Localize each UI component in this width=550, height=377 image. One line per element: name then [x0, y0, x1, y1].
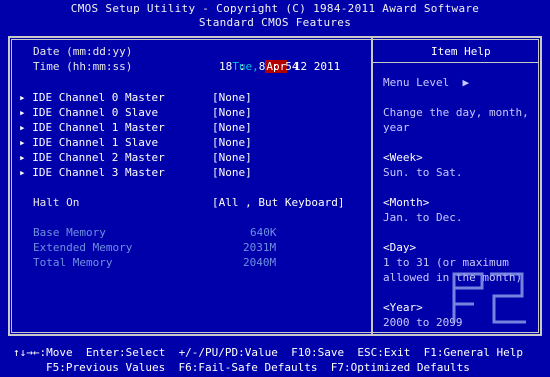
ide-value[interactable]: [None]	[212, 135, 252, 150]
date-rest[interactable]: 12 2011	[294, 60, 340, 73]
help-description-2: year	[383, 121, 410, 134]
help-header-divider	[373, 62, 539, 63]
submenu-arrow-icon: ▸	[19, 151, 26, 164]
submenu-arrow-icon: ▸	[19, 91, 26, 104]
halt-on-label: Halt On	[33, 196, 80, 209]
help-key-week: <Week>	[383, 151, 423, 164]
panel-divider	[371, 36, 373, 336]
footer-keys-line2: F5:Previous Values F6:Fail-Safe Defaults…	[46, 361, 470, 374]
ide-value[interactable]: [None]	[212, 90, 252, 105]
help-key-day: <Day>	[383, 241, 417, 254]
submenu-arrow-icon: ▸	[19, 106, 26, 119]
page-title: Standard CMOS Features	[198, 16, 352, 29]
time-field[interactable]: 18 : 8 : 54	[219, 59, 298, 74]
submenu-arrow-icon: ▸	[19, 121, 26, 134]
ide-value[interactable]: [None]	[212, 150, 252, 165]
list-item[interactable]: ▸ IDE Channel 2 Master	[19, 150, 165, 165]
total-memory-label: Total Memory	[33, 256, 113, 269]
help-text-week: Sun. to Sat.	[383, 166, 463, 179]
ide-label: IDE Channel 1 Slave	[32, 136, 159, 149]
halt-on-value[interactable]: [All , But Keyboard]	[212, 195, 344, 210]
help-description-1: Change the day, month,	[383, 106, 529, 119]
list-item[interactable]: ▸ IDE Channel 3 Master	[19, 165, 165, 180]
list-item[interactable]: ▸ IDE Channel 1 Slave	[19, 135, 158, 150]
list-item[interactable]: ▸ IDE Channel 0 Master	[19, 90, 165, 105]
submenu-arrow-icon: ▸	[19, 166, 26, 179]
ide-value[interactable]: [None]	[212, 120, 252, 135]
footer-keys-line1: ↑↓→←:Move Enter:Select +/-/PU/PD:Value F…	[13, 346, 523, 359]
ide-label: IDE Channel 0 Slave	[32, 106, 159, 119]
list-item[interactable]: ▸ IDE Channel 0 Slave	[19, 105, 158, 120]
base-memory-value: 640K	[250, 226, 277, 239]
ide-label: IDE Channel 0 Master	[32, 91, 165, 104]
extended-memory-label: Extended Memory	[33, 241, 133, 254]
base-memory-label: Base Memory	[33, 226, 106, 239]
ide-value[interactable]: [None]	[212, 105, 252, 120]
help-text-month: Jan. to Dec.	[383, 211, 463, 224]
extended-memory-value: 2031M	[243, 241, 277, 254]
date-label: Date (mm:dd:yy)	[33, 45, 133, 58]
submenu-arrow-icon: ▸	[19, 136, 26, 149]
ide-value[interactable]: [None]	[212, 165, 252, 180]
item-help-title: Item Help	[431, 45, 491, 58]
watermark-logo: F	[452, 272, 526, 324]
ide-label: IDE Channel 3 Master	[32, 166, 165, 179]
help-key-year: <Year>	[383, 301, 423, 314]
help-key-month: <Month>	[383, 196, 430, 209]
list-item[interactable]: ▸ IDE Channel 1 Master	[19, 120, 165, 135]
total-memory-value: 2040M	[243, 256, 277, 269]
ide-label: IDE Channel 1 Master	[32, 121, 165, 134]
time-label: Time (hh:mm:ss)	[33, 60, 133, 73]
menu-level: Menu Level ▶	[383, 76, 470, 89]
header-title: CMOS Setup Utility - Copyright (C) 1984-…	[70, 2, 480, 15]
ide-label: IDE Channel 2 Master	[32, 151, 165, 164]
